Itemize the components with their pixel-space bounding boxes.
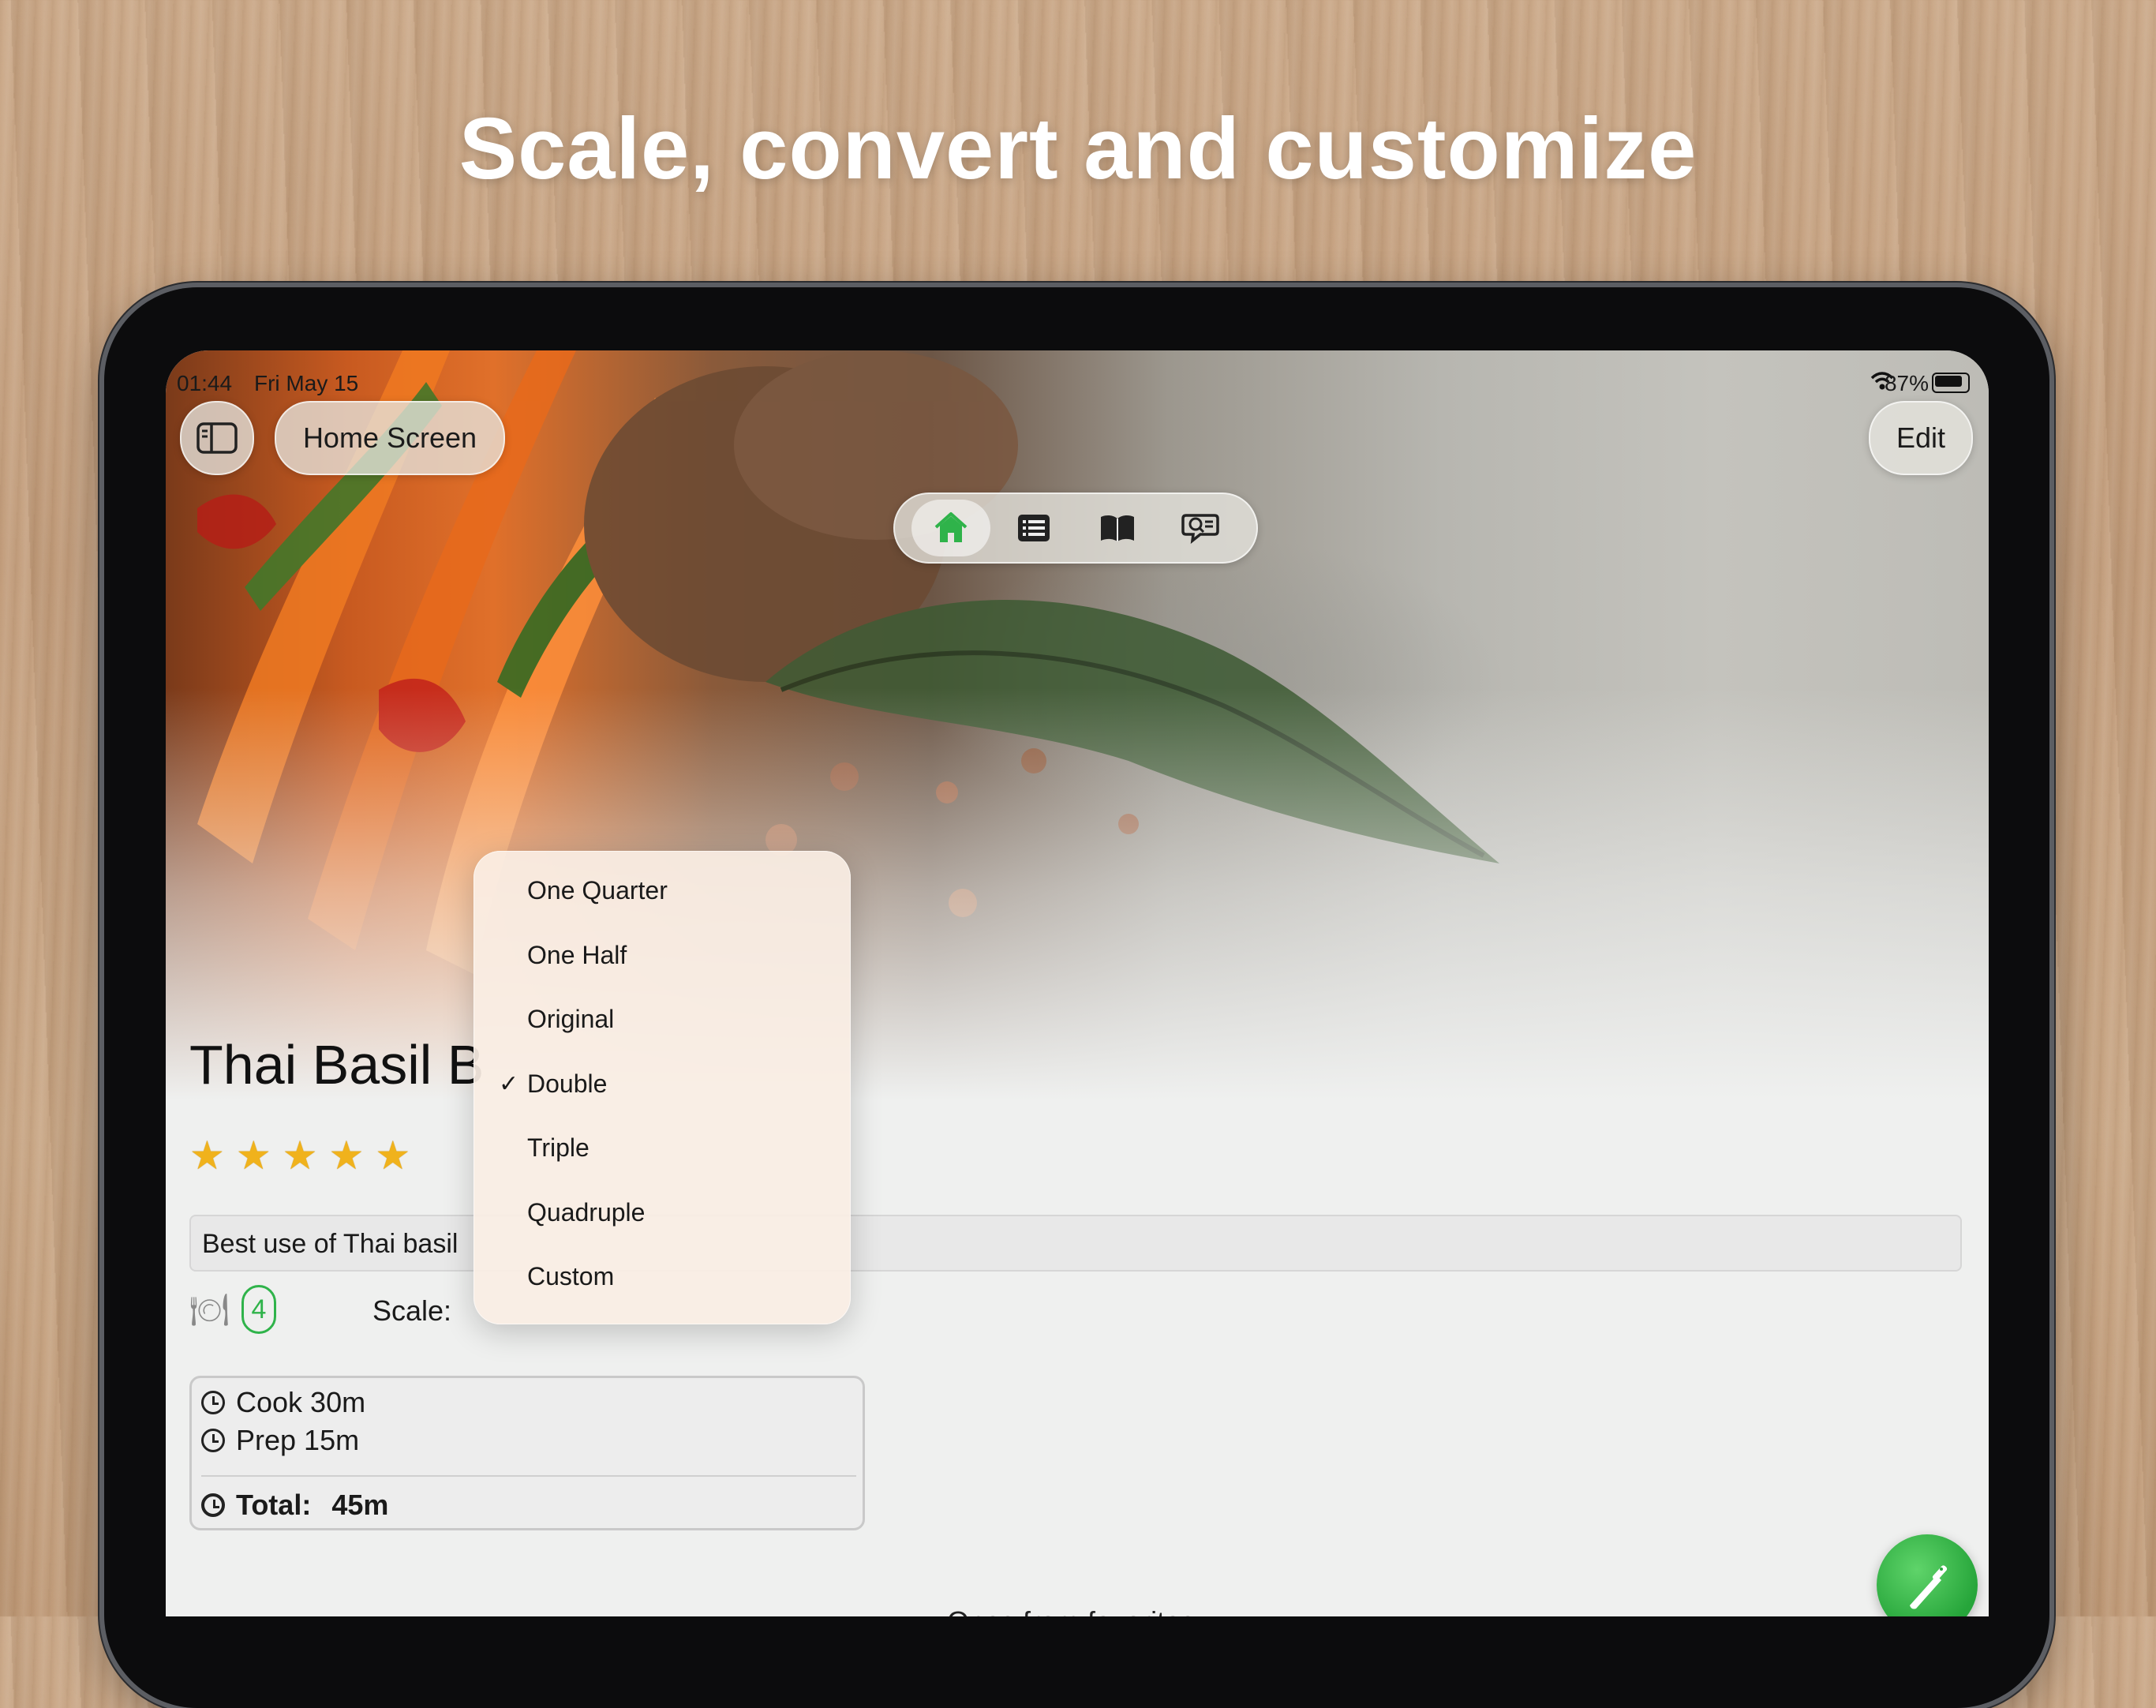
total-time: 45m [331, 1489, 389, 1521]
plate-cutlery-icon: 🍽 [189, 1293, 230, 1328]
clock-icon [201, 1391, 225, 1414]
menu-item-label: One Half [527, 940, 627, 969]
battery-percent: 87% [1884, 371, 1929, 395]
total-label: Total: [236, 1489, 312, 1521]
star-icon[interactable]: ★ [283, 1136, 318, 1175]
tab-notes[interactable] [1161, 500, 1240, 556]
headline: Scale, convert and customize [459, 100, 1697, 197]
menu-item-label: Custom [527, 1262, 615, 1291]
recipe-description[interactable]: Best use of Thai basil [189, 1215, 1962, 1272]
book-icon [1100, 515, 1134, 541]
status-time: 01:44 [177, 371, 233, 395]
star-rating[interactable]: ★ ★ ★ ★ ★ [189, 1136, 410, 1175]
menu-item-label: Original [527, 1005, 615, 1034]
cook-time: Cook 30m [236, 1386, 366, 1418]
divider [201, 1475, 856, 1477]
menu-item-label: One Quarter [527, 876, 668, 905]
tab-bar [893, 493, 1258, 564]
tab-home[interactable] [911, 500, 990, 556]
star-icon[interactable]: ★ [328, 1136, 364, 1175]
checkmark-icon: ✓ [499, 1070, 519, 1097]
star-icon[interactable]: ★ [375, 1136, 410, 1175]
scale-option-original[interactable]: Original [473, 987, 851, 1052]
app-screen: 01:44 Fri May 15 87% Home Screen Edit Th… [166, 350, 1989, 1616]
prep-time: Prep 15m [236, 1424, 360, 1456]
cook-mode-button[interactable] [1877, 1534, 1978, 1616]
footer-text-label: Ones from favorites [947, 1605, 1195, 1616]
menu-item-label: Double [527, 1069, 608, 1098]
prep-time-row: Prep 15m [201, 1424, 359, 1457]
search-comment-icon [1181, 514, 1219, 544]
home-icon [934, 512, 968, 542]
knife-icon [1910, 1565, 1948, 1609]
scale-label: Scale: [372, 1294, 452, 1327]
clock-icon [201, 1429, 225, 1452]
recipe-title[interactable]: Thai Basil B [189, 1033, 484, 1096]
cook-time-row: Cook 30m [201, 1386, 365, 1419]
battery-icon [1932, 373, 1970, 393]
clock-icon [201, 1493, 225, 1517]
star-icon[interactable]: ★ [189, 1136, 225, 1175]
list-icon [1018, 515, 1050, 541]
servings-count[interactable]: 4 [241, 1285, 276, 1334]
menu-item-label: Quadruple [527, 1197, 646, 1227]
footer-text: Ones from favorites [947, 1605, 1195, 1616]
total-time-row: Total: 45m [201, 1489, 388, 1522]
tab-ingredients[interactable] [994, 500, 1073, 556]
scale-option-one-quarter[interactable]: One Quarter [473, 859, 851, 923]
scale-option-double[interactable]: ✓ Double [473, 1052, 851, 1117]
scale-dropdown-menu: One Quarter One Half Original ✓ Double Tr… [473, 851, 851, 1324]
scale-option-triple[interactable]: Triple [473, 1116, 851, 1181]
sidebar-toggle-button[interactable] [180, 401, 254, 475]
menu-item-label: Triple [527, 1133, 590, 1163]
tab-directions[interactable] [1078, 500, 1157, 556]
times-box: Cook 30m Prep 15m Total: 45m [189, 1376, 865, 1530]
scale-option-quadruple[interactable]: Quadruple [473, 1181, 851, 1245]
scale-option-one-half[interactable]: One Half [473, 923, 851, 988]
sidebar-icon [197, 422, 238, 454]
scale-option-custom[interactable]: Custom [473, 1245, 851, 1309]
status-date: Fri May 15 [254, 371, 359, 395]
home-screen-button[interactable]: Home Screen [275, 401, 505, 475]
star-icon[interactable]: ★ [236, 1136, 271, 1175]
edit-button[interactable]: Edit [1869, 401, 1973, 475]
